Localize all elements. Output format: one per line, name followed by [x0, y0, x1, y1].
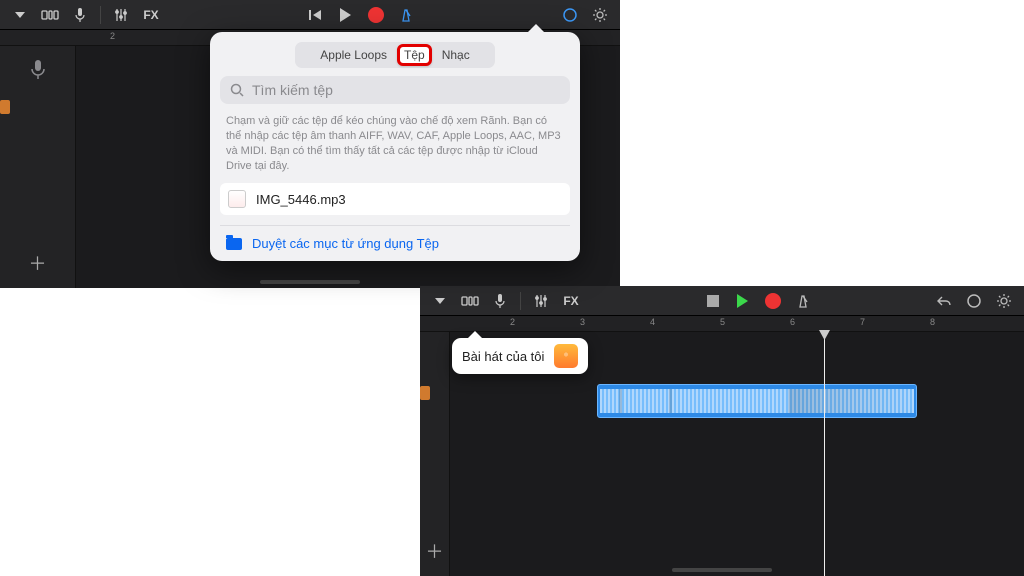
add-track-button[interactable]: ＋ — [0, 250, 75, 282]
record-button[interactable] — [364, 4, 388, 26]
folder-icon — [226, 238, 242, 250]
stop-button[interactable] — [701, 290, 725, 312]
browse-files-link[interactable]: Duyệt các mục từ ứng dụng Tệp — [220, 225, 570, 253]
home-indicator — [672, 568, 772, 572]
track-color-tag — [0, 100, 10, 114]
ruler-mark: 6 — [790, 317, 795, 327]
segmented-control: Apple Loops Tệp Nhạc — [295, 42, 495, 68]
ruler-mark: 2 — [110, 31, 115, 41]
track-view-toggle[interactable] — [428, 290, 452, 312]
play-button[interactable] — [731, 290, 755, 312]
separator — [100, 6, 101, 24]
ruler-mark: 2 — [510, 317, 515, 327]
track-sidebar: ＋ — [420, 332, 450, 576]
help-text: Chạm và giữ các tệp để kéo chúng vào chế… — [220, 112, 570, 183]
layout-icon[interactable] — [458, 290, 482, 312]
sliders-icon[interactable] — [529, 290, 553, 312]
home-indicator — [260, 280, 360, 284]
toolbar: FX — [420, 286, 1024, 316]
separator — [520, 292, 521, 310]
ruler-mark: 3 — [580, 317, 585, 327]
toolbar: FX — [0, 0, 620, 30]
record-button[interactable] — [761, 290, 785, 312]
mic-icon[interactable] — [68, 4, 92, 26]
screenshot-2: FX 2 3 4 5 6 7 8 ＋ — [420, 286, 1024, 576]
playhead[interactable] — [824, 332, 825, 576]
browse-label: Duyệt các mục từ ứng dụng Tệp — [252, 236, 439, 251]
add-track-button[interactable]: ＋ — [420, 538, 449, 570]
ruler-mark: 5 — [720, 317, 725, 327]
undo-icon[interactable] — [932, 290, 956, 312]
ruler-mark: 8 — [930, 317, 935, 327]
loop-browser-icon[interactable] — [558, 4, 582, 26]
my-songs-label: Bài hát của tôi — [462, 349, 544, 364]
tab-apple-loops[interactable]: Apple Loops — [310, 44, 397, 66]
search-input[interactable]: Tìm kiếm tệp — [220, 76, 570, 104]
track-sidebar: ＋ — [0, 46, 76, 288]
tab-files[interactable]: Tệp — [397, 44, 432, 66]
loop-browser-icon[interactable] — [962, 290, 986, 312]
settings-icon[interactable] — [992, 290, 1016, 312]
fx-button[interactable]: FX — [139, 4, 163, 26]
screenshot-1: FX 2 3 4 5 ＋ Ap — [0, 0, 620, 288]
metronome-icon[interactable] — [394, 4, 418, 26]
waveform — [600, 389, 914, 413]
rewind-button[interactable] — [304, 4, 328, 26]
file-row[interactable]: IMG_5446.mp3 — [220, 183, 570, 215]
tab-music[interactable]: Nhạc — [432, 44, 480, 66]
layout-icon[interactable] — [38, 4, 62, 26]
my-songs-popover[interactable]: Bài hát của tôi — [452, 338, 588, 374]
track-color-tag — [420, 386, 430, 400]
play-button[interactable] — [334, 4, 358, 26]
audio-region[interactable] — [597, 384, 917, 418]
garageband-icon — [554, 344, 578, 368]
settings-icon[interactable] — [588, 4, 612, 26]
sliders-icon[interactable] — [109, 4, 133, 26]
metronome-icon[interactable] — [791, 290, 815, 312]
file-name: IMG_5446.mp3 — [256, 192, 346, 207]
audio-track[interactable] — [0, 52, 75, 88]
ruler-mark: 7 — [860, 317, 865, 327]
audio-file-icon — [228, 190, 246, 208]
mic-icon[interactable] — [488, 290, 512, 312]
track-view-toggle[interactable] — [8, 4, 32, 26]
fx-button[interactable]: FX — [559, 290, 583, 312]
ruler-mark: 4 — [650, 317, 655, 327]
ruler: 2 3 4 5 6 7 8 — [420, 316, 1024, 332]
search-placeholder: Tìm kiếm tệp — [252, 82, 333, 98]
file-browser-popover: Apple Loops Tệp Nhạc Tìm kiếm tệp Chạm v… — [210, 32, 580, 261]
